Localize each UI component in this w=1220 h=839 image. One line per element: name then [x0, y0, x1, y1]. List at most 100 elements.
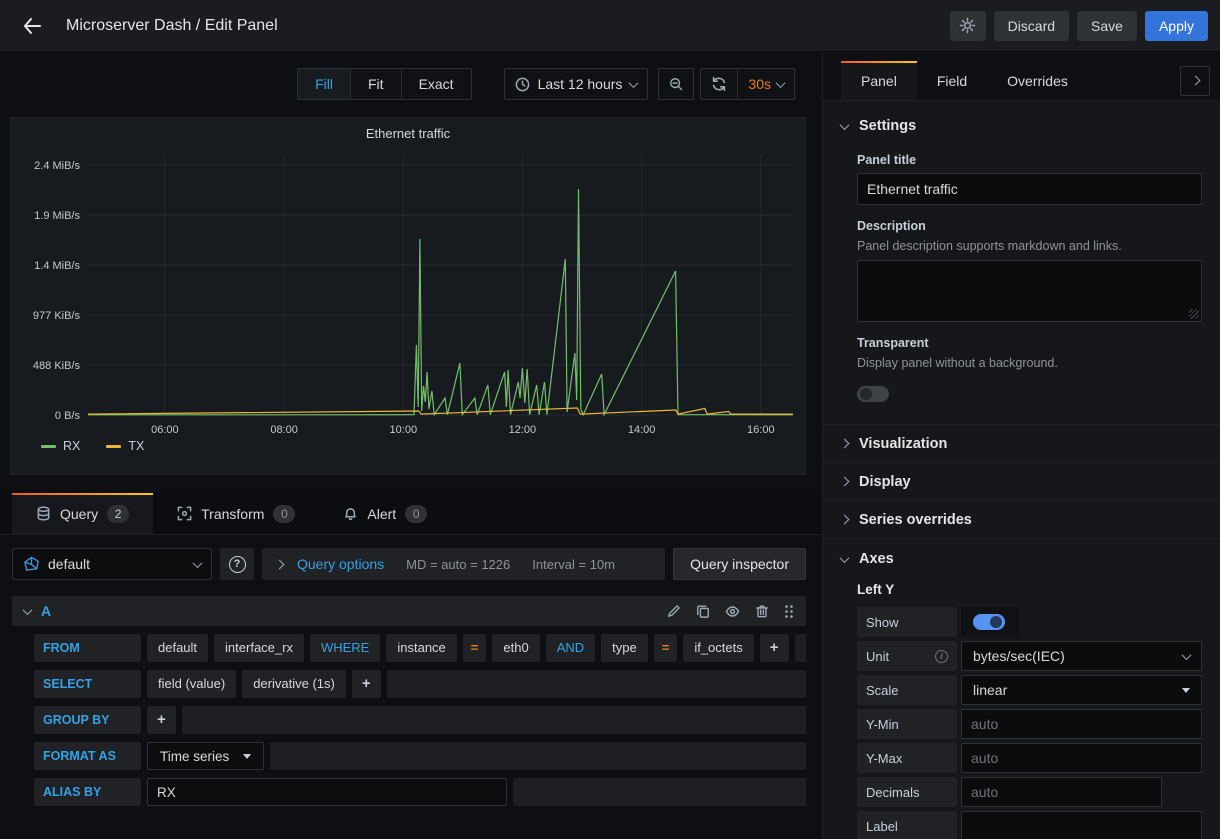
traffic-chart[interactable]: 06:0008:0010:0012:0014:0016:000 B/s488 K…	[18, 145, 798, 439]
select-row: SELECT field (value) derivative (1s) +	[34, 670, 806, 698]
back-button[interactable]	[12, 6, 52, 46]
chart-panel: Ethernet traffic 06:0008:0010:0012:0014:…	[10, 117, 806, 475]
label-row: Label	[857, 811, 1202, 839]
section-display[interactable]: Display	[823, 463, 1220, 501]
legend-item-tx[interactable]: TX	[106, 439, 144, 453]
resize-grip[interactable]	[1189, 309, 1199, 319]
select-field-segment[interactable]: field (value)	[147, 670, 236, 698]
drag-handle-icon[interactable]	[784, 604, 794, 619]
scale-row: Scale linear	[857, 675, 1202, 705]
edit-icon[interactable]	[667, 604, 681, 618]
scale-select[interactable]: linear	[961, 675, 1202, 705]
panel-options-body: Settings Panel title Description Panel d…	[823, 101, 1220, 839]
where-value-segment[interactable]: eth0	[492, 634, 539, 662]
tab-alert[interactable]: Alert 0	[319, 493, 451, 534]
show-axis-toggle[interactable]	[973, 614, 1005, 630]
and-keyword[interactable]: AND	[546, 634, 595, 662]
transparent-help: Display panel without a background.	[857, 356, 1202, 370]
chevron-right-icon	[840, 439, 850, 449]
add-condition-button[interactable]: +	[760, 634, 789, 662]
add-groupby-button[interactable]: +	[147, 706, 176, 734]
save-button[interactable]: Save	[1077, 11, 1137, 41]
ymax-input[interactable]	[961, 743, 1202, 773]
select-label[interactable]: SELECT	[34, 670, 141, 698]
where-operator2[interactable]: =	[654, 634, 678, 662]
collapse-pane-button[interactable]	[1180, 66, 1210, 96]
from-policy-segment[interactable]: default	[147, 634, 208, 662]
datasource-help-button[interactable]: ?	[220, 548, 254, 580]
refresh-interval-picker[interactable]: 30s	[737, 69, 794, 99]
chevron-down-icon	[1182, 650, 1192, 660]
panel-title[interactable]: Ethernet traffic	[11, 118, 805, 141]
datasource-name: default	[48, 556, 90, 572]
tab-field[interactable]: Field	[917, 61, 987, 100]
rx-series-swatch	[41, 445, 56, 448]
section-axes[interactable]: Axes	[823, 539, 1220, 578]
refresh-button[interactable]	[701, 69, 737, 99]
row-filler	[387, 670, 806, 698]
dashboard-settings-button[interactable]	[950, 11, 986, 41]
panel-title-input[interactable]	[857, 173, 1202, 205]
select-derivative-segment[interactable]: derivative (1s)	[242, 670, 346, 698]
tab-transform[interactable]: Transform 0	[153, 493, 319, 534]
ymin-input[interactable]	[961, 709, 1202, 739]
unit-select[interactable]: bytes/sec(IEC)	[961, 641, 1202, 671]
svg-text:1.4 MiB/s: 1.4 MiB/s	[34, 260, 80, 272]
svg-text:08:00: 08:00	[270, 424, 298, 436]
section-series-overrides[interactable]: Series overrides	[823, 501, 1220, 539]
copy-icon[interactable]	[696, 604, 710, 618]
ymin-row: Y-Min	[857, 709, 1202, 739]
alias-input[interactable]	[147, 778, 507, 806]
chevron-right-icon	[1190, 76, 1200, 86]
description-help: Panel description supports markdown and …	[857, 239, 1202, 253]
refresh-icon	[711, 76, 727, 92]
transparent-label: Transparent	[857, 336, 1202, 350]
from-measurement-segment[interactable]: interface_rx	[214, 634, 304, 662]
where-operator[interactable]: =	[463, 634, 487, 662]
query-a-header[interactable]: A	[12, 596, 806, 626]
eye-icon[interactable]	[725, 604, 740, 619]
where-value2-segment[interactable]: if_octets	[683, 634, 753, 662]
database-icon	[36, 506, 51, 521]
tab-overrides[interactable]: Overrides	[987, 61, 1088, 100]
fit-button[interactable]: Fit	[351, 69, 402, 99]
query-ref-id: A	[41, 603, 51, 619]
fill-button[interactable]: Fill	[298, 69, 351, 99]
discard-button[interactable]: Discard	[994, 11, 1069, 41]
tab-query[interactable]: Query 2	[12, 493, 153, 534]
description-label: Description	[857, 219, 1202, 233]
transparent-toggle[interactable]	[857, 386, 889, 402]
trash-icon[interactable]	[755, 604, 769, 618]
groupby-label[interactable]: GROUP BY	[34, 706, 141, 734]
zoom-out-button[interactable]	[658, 68, 694, 100]
alias-by-label[interactable]: ALIAS BY	[34, 778, 141, 806]
decimals-input[interactable]	[961, 777, 1162, 807]
editor-tabs: Query 2 Transform 0 Alert 0	[0, 493, 822, 535]
question-circle-icon: ?	[229, 556, 246, 573]
format-as-select[interactable]: Time series	[147, 742, 264, 770]
edit-area: Fill Fit Exact Last 12 hours 3	[0, 52, 822, 839]
legend-item-rx[interactable]: RX	[41, 439, 80, 453]
query-options-toggle[interactable]: Query options MD = auto = 1226 Interval …	[262, 548, 665, 580]
svg-text:2.4 MiB/s: 2.4 MiB/s	[34, 160, 80, 172]
datasource-picker[interactable]: default	[12, 548, 212, 580]
section-settings[interactable]: Settings	[823, 101, 1220, 145]
apply-button[interactable]: Apply	[1145, 11, 1208, 41]
time-range-picker[interactable]: Last 12 hours	[504, 68, 649, 100]
add-select-part-button[interactable]: +	[352, 670, 381, 698]
refresh-interval-label: 30s	[748, 76, 771, 92]
from-row: FROM default interface_rx WHERE instance…	[34, 634, 806, 662]
tab-panel[interactable]: Panel	[841, 61, 917, 100]
format-as-label[interactable]: FORMAT AS	[34, 742, 141, 770]
where-tag2-segment[interactable]: type	[601, 634, 648, 662]
description-textarea[interactable]	[857, 260, 1202, 322]
query-inspector-button[interactable]: Query inspector	[673, 548, 806, 580]
where-tag-segment[interactable]: instance	[386, 634, 456, 662]
section-visualization[interactable]: Visualization	[823, 425, 1220, 463]
svg-text:1.9 MiB/s: 1.9 MiB/s	[34, 210, 80, 222]
axis-label-input[interactable]	[961, 811, 1202, 839]
where-keyword[interactable]: WHERE	[310, 634, 380, 662]
exact-button[interactable]: Exact	[402, 69, 471, 99]
options-tabs: Panel Field Overrides	[823, 52, 1220, 101]
from-label[interactable]: FROM	[34, 634, 141, 662]
